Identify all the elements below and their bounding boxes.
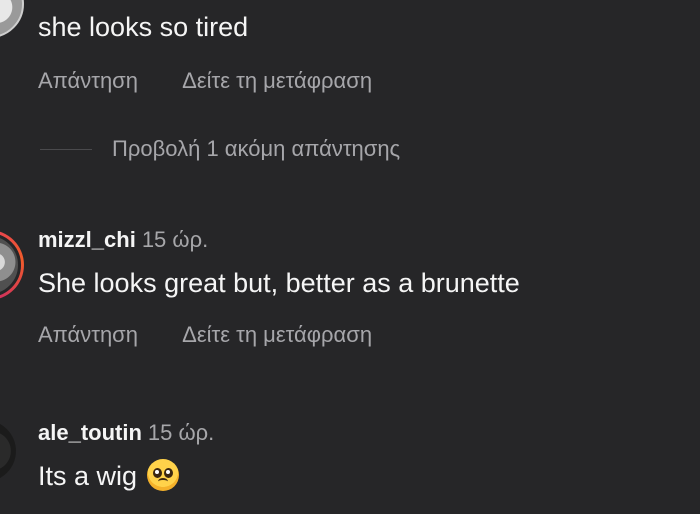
avatar[interactable] [0,0,24,38]
comment-text: She looks great but, better as a brunett… [38,268,520,298]
reply-button[interactable]: Απάντηση [38,322,138,348]
avatar-with-story-ring[interactable] [0,230,24,300]
see-translation-button[interactable]: Δείτε τη μετάφραση [182,322,372,348]
see-translation-button[interactable]: Δείτε τη μετάφραση [182,68,372,94]
comment-header: ale_toutin 15 ώρ. [38,420,214,446]
comment-text: Its a wig [38,461,138,491]
username-link[interactable]: ale_toutin [38,420,142,445]
divider-line [40,148,92,150]
reply-button[interactable]: Απάντηση [38,68,138,94]
pleading-face-emoji-icon [147,459,180,491]
comments-screen: she looks so tired Απάντηση Δείτε τη μετ… [0,0,700,514]
comment-actions: Απάντηση Δείτε τη μετάφραση [38,68,372,94]
timestamp: 15 ώρ. [141,227,209,252]
username-link[interactable]: mizzl_chi [38,227,136,252]
comment-text: she looks so tired [38,12,249,42]
comment-text-row: Its a wig [38,459,180,492]
avatar[interactable] [0,420,16,482]
comment-header: mizzl_chi 15 ώρ. [38,227,208,253]
view-more-replies-label: Προβολή 1 ακόμη απάντησης [112,136,401,161]
comment-actions: Απάντηση Δείτε τη μετάφραση [38,322,372,348]
view-more-replies-button[interactable]: Προβολή 1 ακόμη απάντησης [40,136,400,162]
avatar-image [0,233,21,297]
timestamp: 15 ώρ. [147,420,215,445]
